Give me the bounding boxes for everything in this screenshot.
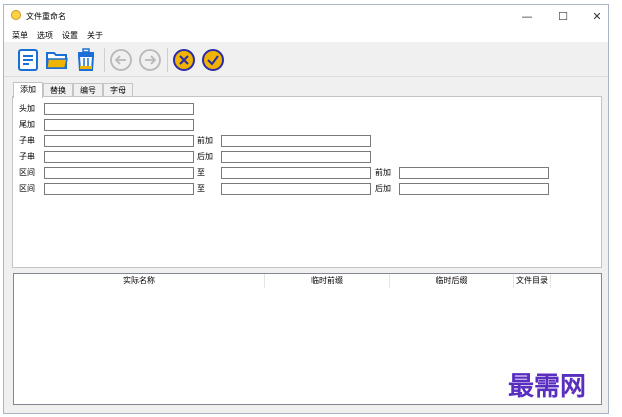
cancel-icon — [173, 49, 195, 71]
toolbar-separator — [167, 48, 168, 72]
head-input[interactable] — [44, 103, 194, 115]
open-folder-icon — [46, 52, 68, 69]
list-document-button[interactable] — [16, 48, 40, 72]
maximize-button[interactable]: ☐ — [550, 7, 576, 25]
toolbar-separator — [104, 48, 105, 72]
tab-letters[interactable]: 字母 — [103, 83, 133, 96]
range-start-input-1[interactable] — [44, 167, 194, 179]
range-label: 区间 — [19, 184, 35, 193]
to-label: 至 — [197, 184, 205, 193]
tab-replace[interactable]: 替换 — [43, 83, 73, 96]
substring-label: 子串 — [19, 152, 35, 161]
app-icon — [11, 10, 21, 20]
range-label: 区间 — [19, 168, 35, 177]
menu-item-about[interactable]: 关于 — [87, 30, 103, 41]
range-end-input-1[interactable] — [221, 167, 371, 179]
forward-arrow-icon — [139, 49, 161, 71]
confirm-button[interactable] — [201, 48, 225, 72]
column-header-temp-suffix[interactable]: 临时后缀 — [390, 274, 514, 288]
menu-item-menu[interactable]: 菜单 — [12, 30, 28, 41]
trash-icon — [77, 48, 95, 71]
add-panel: 头加 尾加 子串 前加 子串 后加 区间 至 前加 区间 至 后加 — [12, 96, 602, 268]
trash-button[interactable] — [74, 48, 98, 72]
suffix-label: 后加 — [197, 152, 213, 161]
list-document-icon — [18, 49, 38, 71]
substring-prefix-input[interactable] — [221, 135, 371, 147]
back-arrow-icon — [110, 49, 132, 71]
forward-button[interactable] — [138, 48, 162, 72]
range-prefix-input[interactable] — [399, 167, 549, 179]
menu-bar: 菜单 选项 设置 关于 — [4, 27, 608, 42]
column-header-actual-name[interactable]: 实际名称 — [14, 274, 265, 288]
cancel-button[interactable] — [172, 48, 196, 72]
column-header-temp-prefix[interactable]: 临时前缀 — [265, 274, 390, 288]
tab-add[interactable]: 添加 — [13, 82, 43, 98]
column-header-directory[interactable]: 文件目录 — [514, 274, 551, 288]
watermark: 最需网 — [508, 372, 587, 402]
tail-label: 尾加 — [19, 120, 35, 129]
menu-item-settings[interactable]: 设置 — [62, 30, 78, 41]
app-window: 文件重命名 — ☐ ✕ 菜单 选项 设置 关于 添加 替换 编号 字母 头加 尾… — [3, 4, 609, 414]
title-bar: 文件重命名 — ☐ ✕ — [4, 5, 608, 27]
range-start-input-2[interactable] — [44, 183, 194, 195]
to-label: 至 — [197, 168, 205, 177]
substring-label: 子串 — [19, 136, 35, 145]
range-prefix-label: 前加 — [375, 168, 391, 177]
substring-input-2[interactable] — [44, 151, 194, 163]
window-title: 文件重命名 — [26, 12, 66, 21]
back-button[interactable] — [109, 48, 133, 72]
head-label: 头加 — [19, 104, 35, 113]
confirm-icon — [202, 49, 224, 71]
toolbar — [4, 43, 608, 77]
range-end-input-2[interactable] — [221, 183, 371, 195]
close-button[interactable]: ✕ — [584, 7, 610, 25]
minimize-button[interactable]: — — [514, 7, 540, 25]
substring-input-1[interactable] — [44, 135, 194, 147]
menu-item-options[interactable]: 选项 — [37, 30, 53, 41]
prefix-label: 前加 — [197, 136, 213, 145]
range-suffix-label: 后加 — [375, 184, 391, 193]
open-folder-button[interactable] — [45, 48, 69, 72]
substring-suffix-input[interactable] — [221, 151, 371, 163]
list-header: 实际名称 临时前缀 临时后缀 文件目录 — [14, 274, 601, 288]
tail-input[interactable] — [44, 119, 194, 131]
tab-numbering[interactable]: 编号 — [73, 83, 103, 96]
range-suffix-input[interactable] — [399, 183, 549, 195]
